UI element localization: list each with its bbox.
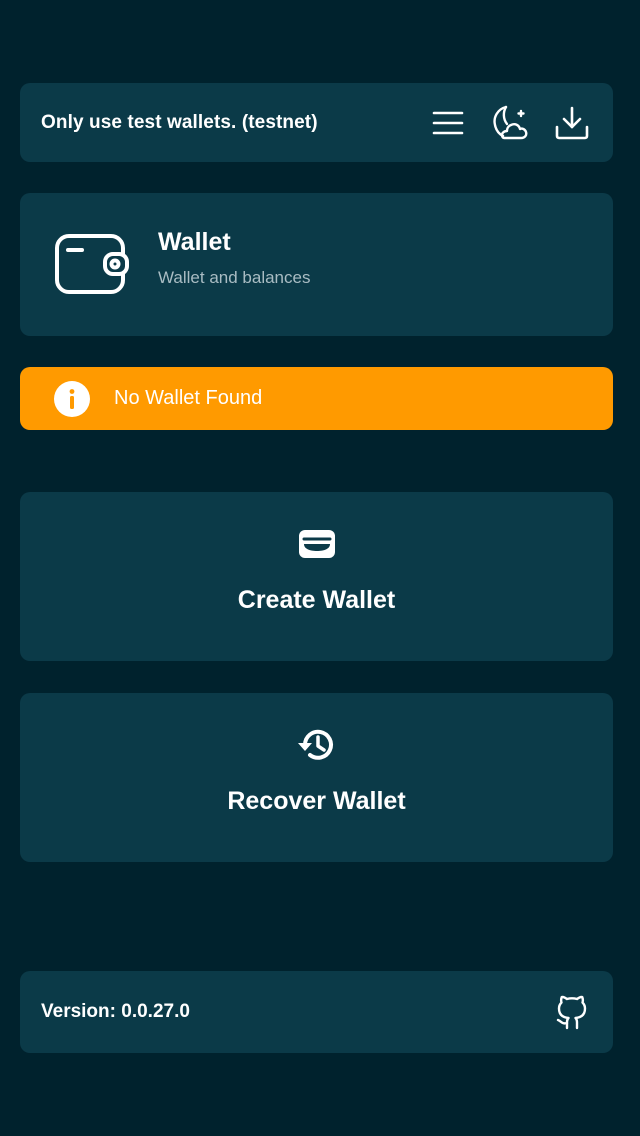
wallet-icon	[55, 234, 129, 294]
version-text: Version: 0.0.27.0	[41, 1001, 190, 1022]
header-actions	[406, 103, 592, 143]
wallet-info-card: Wallet Wallet and balances	[20, 193, 613, 336]
card-wallet-icon	[298, 530, 335, 558]
github-link[interactable]	[552, 992, 592, 1032]
menu-button[interactable]	[428, 103, 468, 143]
no-wallet-alert: No Wallet Found	[20, 367, 613, 430]
alert-message: No Wallet Found	[114, 387, 263, 409]
download-icon	[555, 106, 589, 139]
theme-toggle-button[interactable]	[490, 103, 530, 143]
recover-wallet-label: Recover Wallet	[227, 787, 406, 815]
create-wallet-icon-wrap	[298, 524, 336, 564]
create-wallet-button[interactable]: Create Wallet	[20, 492, 613, 661]
create-wallet-label: Create Wallet	[237, 586, 396, 614]
recover-wallet-button[interactable]: Recover Wallet	[20, 693, 613, 862]
download-button[interactable]	[552, 103, 592, 143]
testnet-notice: Only use test wallets. (testnet)	[41, 111, 318, 133]
github-icon	[556, 995, 587, 1030]
wallet-title: Wallet	[158, 228, 231, 256]
info-icon	[54, 380, 90, 417]
wallet-subtitle: Wallet and balances	[158, 268, 311, 287]
theme-toggle-icon	[493, 105, 528, 139]
menu-icon	[432, 111, 464, 134]
restore-history-icon	[297, 729, 333, 760]
recover-wallet-icon-wrap	[297, 725, 337, 765]
header-bar: Only use test wallets. (testnet)	[20, 83, 613, 162]
footer-bar: Version: 0.0.27.0	[20, 971, 613, 1053]
